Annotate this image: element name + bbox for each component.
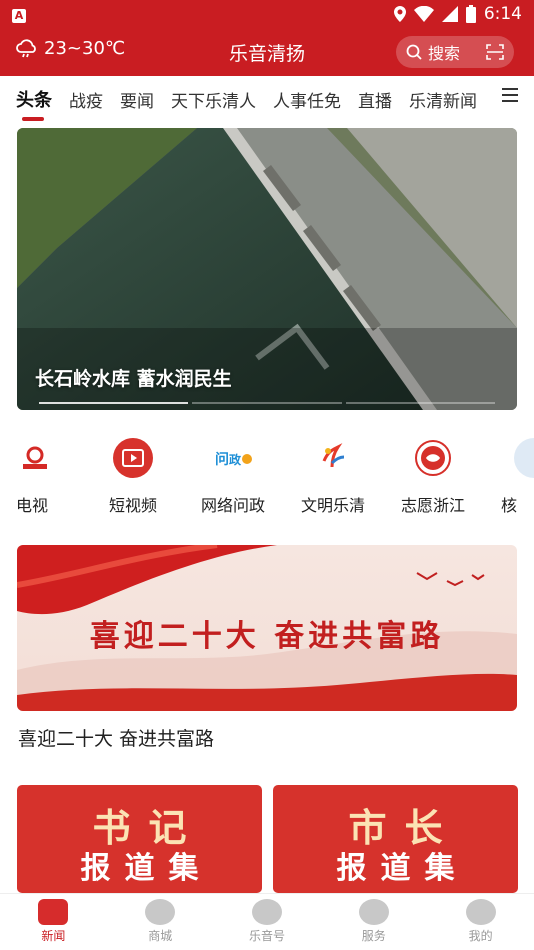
user-icon <box>465 899 496 925</box>
secretary-report-card[interactable]: 书记 报道集 <box>17 785 262 893</box>
tab-epidemic[interactable]: 战疫 <box>69 87 103 112</box>
banner-caption[interactable]: 喜迎二十大 奋进共富路 <box>18 724 214 751</box>
service-civilization[interactable]: 文明乐清 <box>288 430 378 516</box>
tab-yueqing-people[interactable]: 天下乐清人 <box>171 87 256 112</box>
nav-label: 商城 <box>148 929 173 943</box>
search-icon <box>406 44 422 60</box>
search-label: 搜索 <box>428 44 461 63</box>
mayor-report-card[interactable]: 市长 报道集 <box>273 785 518 893</box>
scan-icon[interactable] <box>486 44 504 60</box>
bottom-nav: 新闻 商城 乐音号 服务 我的 <box>0 893 534 950</box>
theme-banner[interactable]: 喜迎二十大 奋进共富路 <box>17 545 517 711</box>
top-bar: 23~30℃ 乐音清扬 搜索 <box>0 28 534 76</box>
card-subtitle: 报道集 <box>336 851 469 886</box>
svg-text:问: 问 <box>215 451 229 468</box>
yueyin-icon <box>251 899 282 925</box>
notification-icon: A <box>12 9 26 23</box>
tab-important-news[interactable]: 要闻 <box>120 87 154 112</box>
news-icon <box>38 899 69 925</box>
channel-tabs: 头条 战疫 要闻 天下乐清人 人事任免 直播 乐清新闻 <box>0 76 534 122</box>
volunteer-icon <box>413 438 453 478</box>
banner-title-art: 喜迎二十大 奋进共富路 <box>89 619 445 654</box>
nav-yueyin[interactable]: 乐音号 <box>214 894 321 950</box>
civilization-icon <box>313 438 353 478</box>
hero-caption: 长石岭水库 蓄水润民生 <box>35 368 232 390</box>
service-more[interactable]: 核 <box>488 430 534 516</box>
hero-banner[interactable]: 长石岭水库 蓄水润民生 <box>17 128 517 410</box>
nav-mall[interactable]: 商城 <box>107 894 214 950</box>
service-volunteer[interactable]: 志愿浙江 <box>388 430 478 516</box>
status-time: 6:14 <box>483 4 522 24</box>
tab-headline[interactable]: 头条 <box>16 86 52 121</box>
signal-icon <box>441 6 458 22</box>
service-label: 志愿浙江 <box>400 496 465 515</box>
tab-yueqing-news[interactable]: 乐清新闻 <box>409 87 477 112</box>
search-box[interactable]: 搜索 <box>396 36 514 68</box>
menu-icon[interactable] <box>502 88 518 102</box>
nav-label: 新闻 <box>41 929 66 943</box>
service-label: 电视 <box>15 496 48 515</box>
service-label: 短视频 <box>108 496 157 515</box>
nav-news[interactable]: 新闻 <box>0 894 107 950</box>
short-video-icon <box>113 438 153 478</box>
nav-label: 乐音号 <box>248 929 285 943</box>
tv-icon <box>15 438 55 478</box>
location-icon <box>393 6 406 22</box>
service-tv[interactable]: 电视 <box>0 430 80 516</box>
tab-personnel[interactable]: 人事任免 <box>273 87 341 112</box>
cart-icon <box>145 899 176 925</box>
nav-label: 我的 <box>468 929 493 943</box>
status-bar: A 6:14 <box>0 0 534 28</box>
nav-label: 服务 <box>361 929 386 943</box>
service-label: 核 <box>501 496 518 515</box>
service-short-video[interactable]: 短视频 <box>88 430 178 516</box>
wifi-icon <box>413 6 434 22</box>
service-label: 文明乐清 <box>300 496 365 515</box>
nav-mine[interactable]: 我的 <box>427 894 534 950</box>
more-icon <box>514 438 534 478</box>
carousel-indicator <box>39 402 495 404</box>
heart-hand-icon <box>358 899 389 925</box>
wenzheng-icon: 问政 <box>213 438 253 478</box>
nav-service[interactable]: 服务 <box>320 894 427 950</box>
tab-live[interactable]: 直播 <box>358 87 392 112</box>
battery-icon <box>465 5 476 23</box>
card-subtitle: 报道集 <box>80 851 213 886</box>
svg-text:政: 政 <box>229 452 242 467</box>
service-wenzheng[interactable]: 问政 网络问政 <box>188 430 278 516</box>
service-label: 网络问政 <box>200 496 265 515</box>
service-shortcuts: 电视 短视频 问政 网络问政 文明乐清 志愿浙江 核 <box>0 430 534 530</box>
